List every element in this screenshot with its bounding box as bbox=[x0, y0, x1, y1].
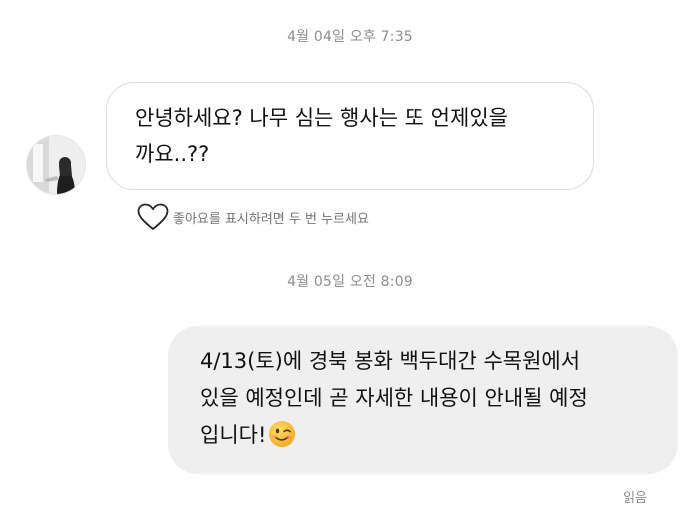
read-receipt: 읽음 bbox=[623, 491, 647, 506]
incoming-message-bubble[interactable]: 안녕하세요? 나무 심는 행사는 또 언제있을 까요..?? bbox=[106, 82, 594, 190]
profile-photo bbox=[27, 136, 85, 194]
like-hint-text: 좋아요를 표시하려면 두 번 누르세요 bbox=[173, 211, 369, 227]
outgoing-message-bubble[interactable]: 4/13(토)에 경북 봉화 백두대간 수목원에서 있을 예정인데 곧 자세한 … bbox=[168, 326, 678, 474]
heart-outline-icon[interactable] bbox=[137, 203, 169, 231]
incoming-message-text: 안녕하세요? 나무 심는 행사는 또 언제있을 까요..?? bbox=[135, 106, 508, 166]
timestamp: 4월 05일 오전 8:09 bbox=[287, 274, 413, 290]
like-hint[interactable]: 좋아요를 표시하려면 두 번 누르세요 bbox=[137, 203, 369, 231]
timestamp: 4월 04일 오후 7:35 bbox=[287, 29, 413, 45]
message-thread: 4월 04일 오후 7:35 안녕하세요? 나무 심는 행사는 또 언제있을 까… bbox=[0, 0, 700, 517]
avatar[interactable] bbox=[26, 135, 86, 195]
winking-face-emoji-icon bbox=[269, 421, 296, 447]
outgoing-message-body: 4/13(토)에 경북 봉화 백두대간 수목원에서 있을 예정인데 곧 자세한 … bbox=[200, 349, 588, 447]
outgoing-message-text: 4/13(토)에 경북 봉화 백두대간 수목원에서 있을 예정인데 곧 자세한 … bbox=[200, 343, 658, 454]
